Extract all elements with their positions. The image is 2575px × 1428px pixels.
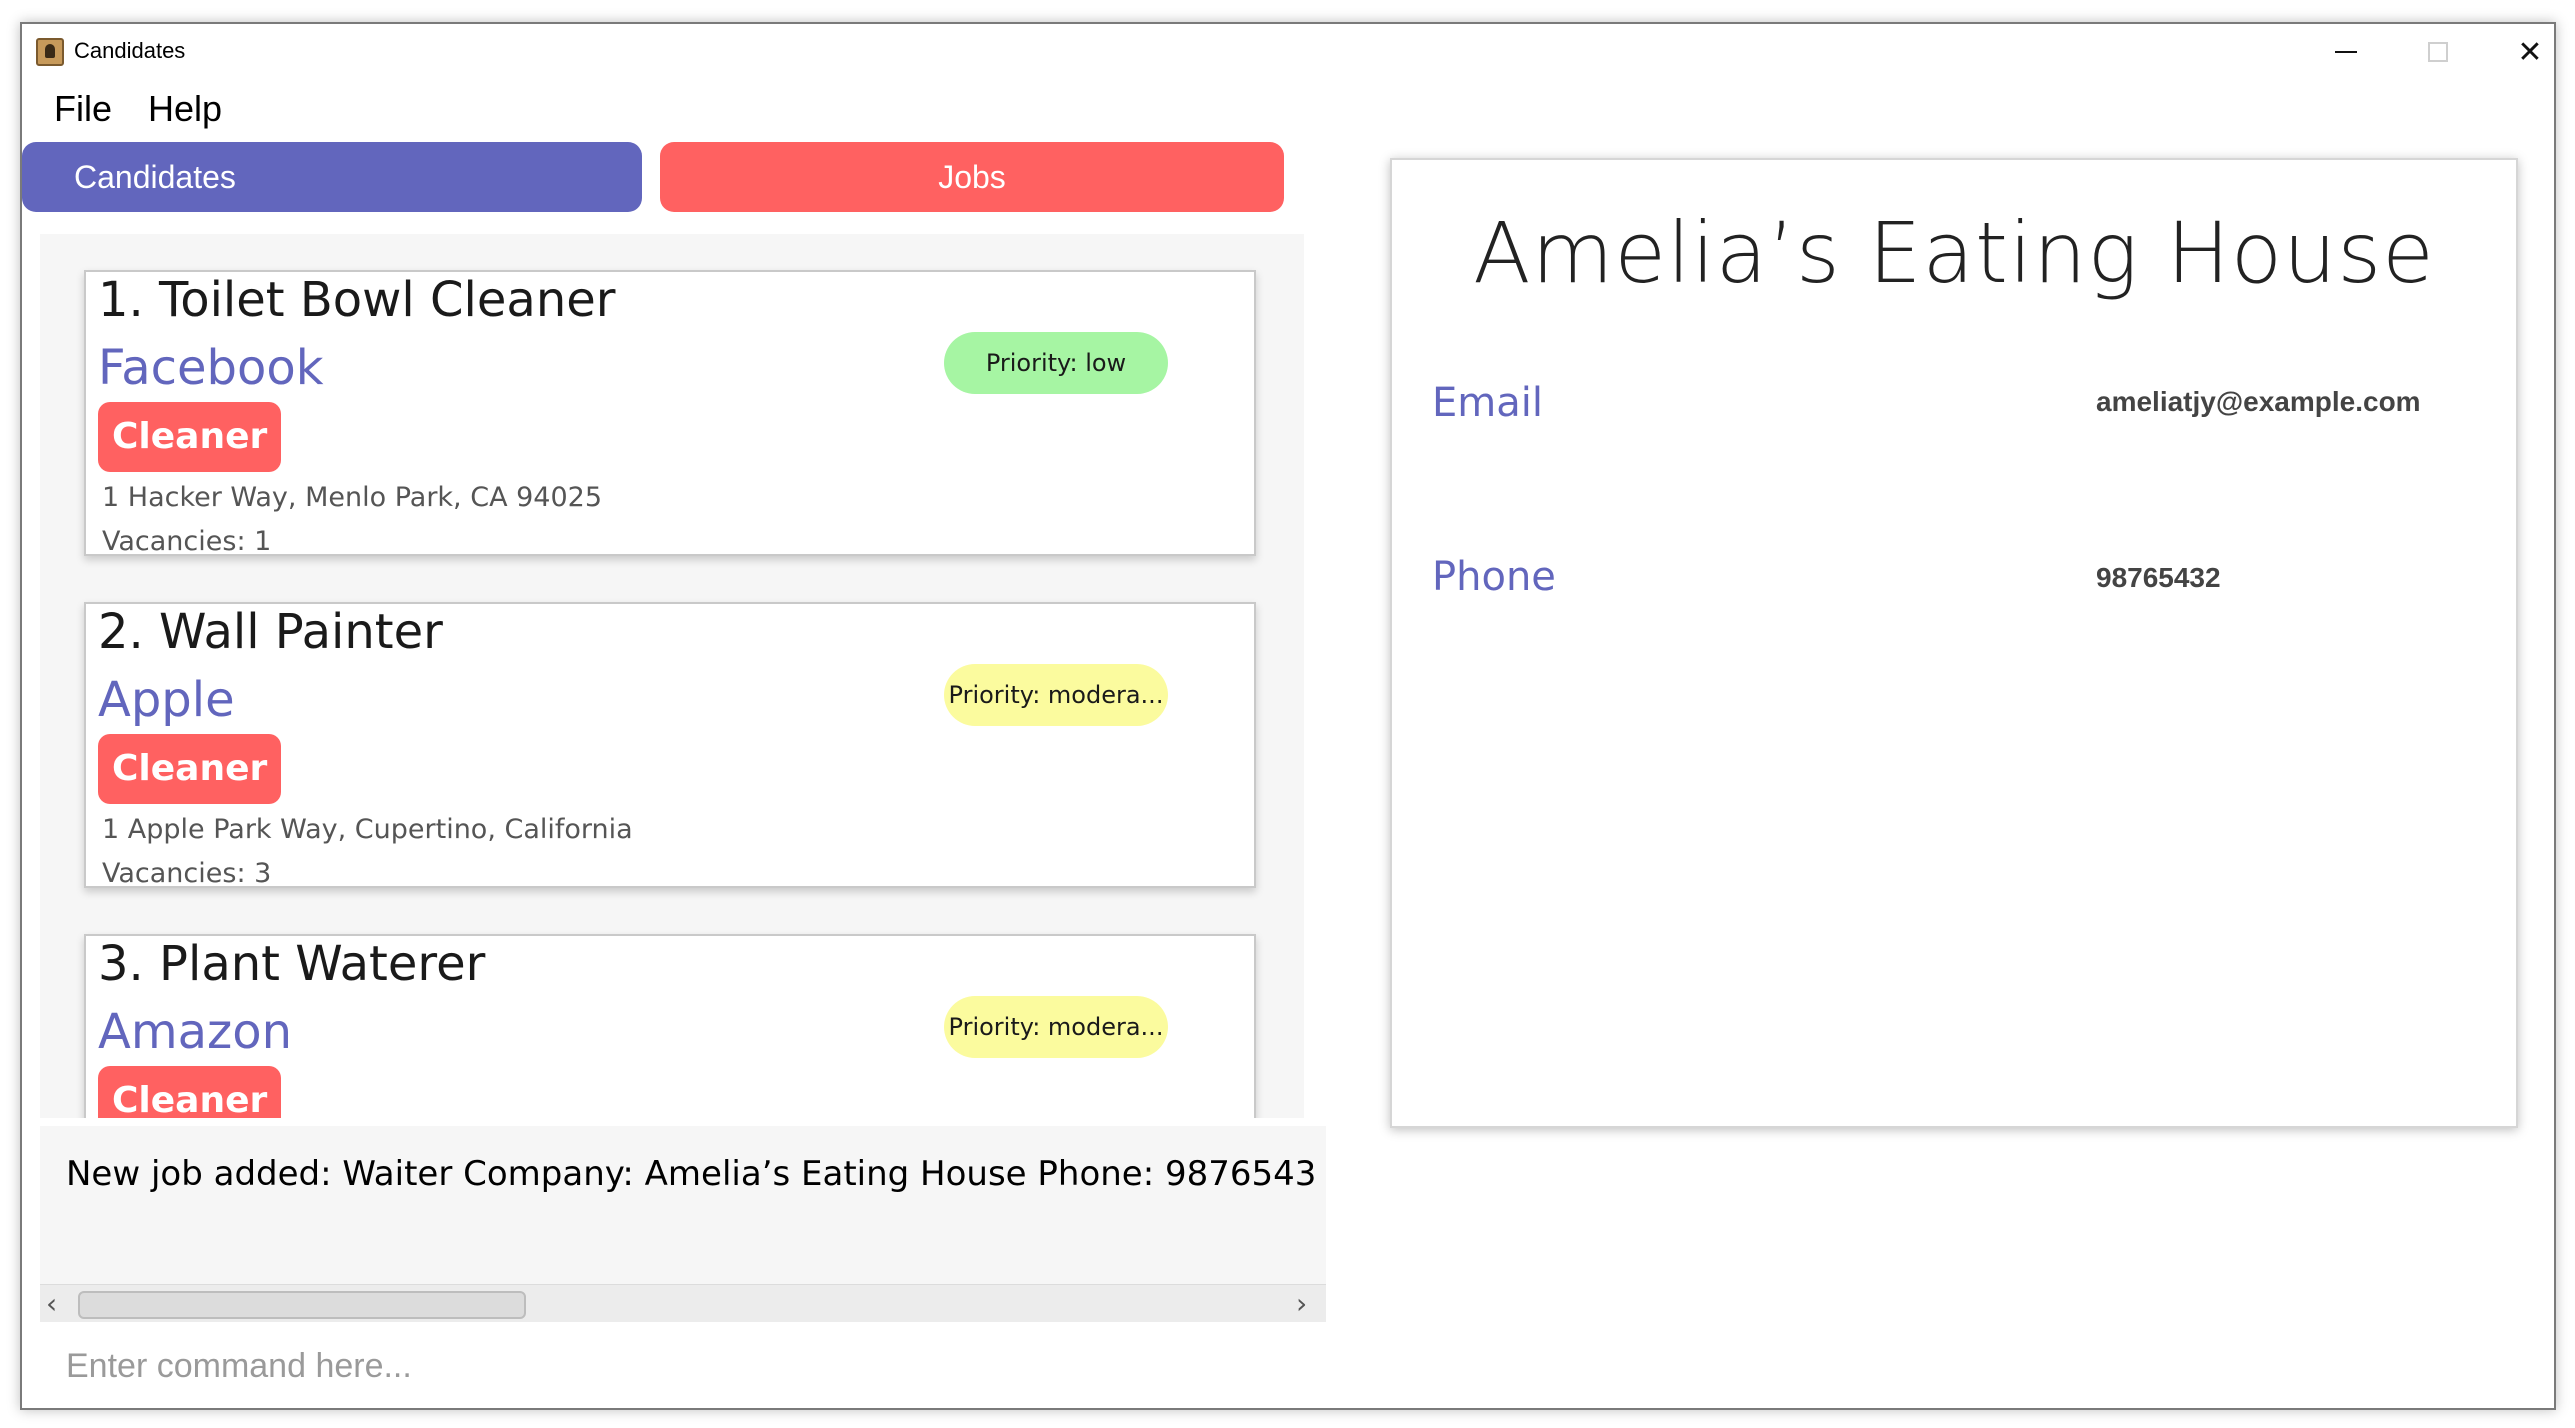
result-text: New job added: Waiter Company: Amelia’s … — [66, 1154, 1317, 1194]
job-card[interactable]: 2. Wall Painter Apple Cleaner Priority: … — [84, 602, 1256, 889]
tab-candidates[interactable]: Candidates — [22, 142, 642, 212]
job-title: 1. Toilet Bowl Cleaner — [98, 272, 616, 328]
app-window: Candidates ✕ File Help Candidates Jobs 1… — [20, 22, 2556, 1410]
title-bar[interactable]: Candidates ✕ — [22, 24, 2554, 80]
job-tag: Cleaner — [98, 402, 282, 472]
horizontal-scrollbar[interactable]: ‹ › — [40, 1284, 1326, 1322]
command-input[interactable] — [40, 1330, 1326, 1402]
job-address: 1 Hacker Way, Menlo Park, CA 94025 — [102, 482, 603, 513]
phone-label: Phone — [1432, 554, 1556, 600]
window-title: Candidates — [74, 38, 186, 63]
job-tag: Cleaner — [98, 1066, 282, 1118]
menu-bar: File Help — [22, 84, 238, 134]
close-icon: ✕ — [2517, 34, 2543, 70]
priority-badge: Priority: modera... — [944, 664, 1168, 726]
job-vacancies: Vacancies: 3 — [102, 858, 272, 889]
minimize-icon — [2335, 51, 2357, 53]
close-button[interactable]: ✕ — [2484, 24, 2554, 80]
result-display: New job added: Waiter Company: Amelia’s … — [40, 1126, 1326, 1284]
email-label: Email — [1432, 380, 1543, 426]
job-tag: Cleaner — [98, 734, 282, 804]
job-address: 1 Apple Park Way, Cupertino, California — [102, 814, 633, 845]
detail-panel: Amelia’s Eating House Email ameliatjy@ex… — [1390, 158, 2518, 1128]
job-list-panel[interactable]: 1. Toilet Bowl Cleaner Facebook Cleaner … — [40, 234, 1304, 1118]
priority-badge: Priority: modera... — [944, 996, 1168, 1058]
phone-value: 98765432 — [2096, 562, 2221, 593]
menu-help[interactable]: Help — [128, 84, 238, 134]
scroll-thumb[interactable] — [78, 1291, 526, 1319]
job-card[interactable]: 1. Toilet Bowl Cleaner Facebook Cleaner … — [84, 270, 1256, 557]
job-card[interactable]: 3. Plant Waterer Amazon Cleaner Priority… — [84, 934, 1256, 1118]
email-value: ameliatjy@example.com — [2096, 386, 2421, 417]
maximize-button[interactable] — [2392, 24, 2484, 80]
menu-file[interactable]: File — [22, 84, 128, 134]
tab-jobs[interactable]: Jobs — [660, 142, 1284, 212]
priority-badge: Priority: low — [944, 332, 1168, 394]
company-name: Apple — [98, 672, 235, 728]
scroll-right-icon[interactable]: › — [1296, 1287, 1307, 1320]
job-title: 3. Plant Waterer — [98, 936, 486, 992]
minimize-button[interactable] — [2300, 24, 2392, 80]
company-name: Amazon — [98, 1004, 292, 1060]
company-name: Facebook — [98, 340, 324, 396]
scroll-left-icon[interactable]: ‹ — [46, 1287, 57, 1320]
job-vacancies: Vacancies: 1 — [102, 526, 272, 557]
maximize-icon — [2428, 42, 2448, 62]
detail-title: Amelia’s Eating House — [1473, 204, 2435, 302]
app-icon — [36, 38, 64, 66]
job-title: 2. Wall Painter — [98, 604, 443, 660]
